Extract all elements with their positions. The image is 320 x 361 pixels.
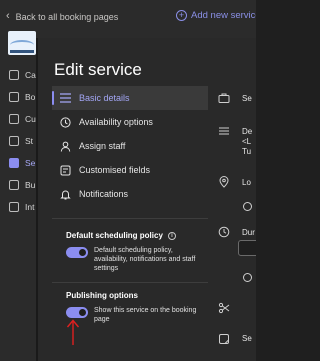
info-icon[interactable]: i bbox=[167, 231, 176, 240]
list-icon bbox=[59, 92, 71, 104]
sidebar-item-label: Cu bbox=[25, 114, 36, 124]
business-icon bbox=[9, 180, 19, 190]
back-to-booking-pages-link[interactable]: ‹ Back to all booking pages bbox=[6, 11, 118, 22]
bell-icon bbox=[59, 188, 71, 200]
scissors-icon bbox=[218, 302, 230, 314]
sidebar-item-label: Bo bbox=[25, 92, 36, 102]
location-pin-icon bbox=[219, 176, 229, 188]
calendar-icon bbox=[9, 70, 19, 80]
menu-divider bbox=[52, 218, 208, 219]
settings-label: Se bbox=[242, 334, 252, 343]
page-title: Edit service bbox=[54, 60, 142, 79]
menu-item-label: Availability options bbox=[79, 117, 153, 127]
show-on-booking-page-toggle[interactable] bbox=[66, 307, 88, 318]
sidebar-item-label: Int bbox=[25, 202, 35, 212]
app-root: ‹ Back to all booking pages + Add new se… bbox=[0, 0, 256, 361]
service-name-label: Se bbox=[242, 94, 252, 103]
section-divider bbox=[52, 282, 208, 283]
section-title-label: Publishing options bbox=[66, 291, 138, 300]
booking-page-icon bbox=[9, 92, 19, 102]
description-line: Tu bbox=[242, 147, 252, 156]
edit-service-menu: Basic details Availability options Assig… bbox=[52, 86, 208, 206]
chevron-left-icon: ‹ bbox=[6, 10, 10, 22]
sidebar-item-label: Se bbox=[25, 158, 36, 168]
default-scheduling-title: Default scheduling policy i bbox=[66, 231, 176, 240]
add-new-service-button[interactable]: + Add new service bbox=[176, 10, 256, 21]
default-scheduling-toggle-row: Default scheduling policy, availability,… bbox=[66, 246, 206, 273]
menu-item-customised-fields[interactable]: Customised fields bbox=[52, 158, 208, 182]
staff-icon bbox=[9, 136, 19, 146]
location-label: Lo bbox=[242, 178, 251, 187]
show-on-booking-page-text: Show this service on the booking page bbox=[94, 307, 197, 323]
briefcase-icon bbox=[218, 93, 230, 103]
menu-item-label: Notifications bbox=[79, 189, 129, 199]
sidebar-item-label: Ca bbox=[25, 70, 36, 80]
menu-item-label: Assign staff bbox=[79, 141, 126, 151]
menu-item-assign-staff[interactable]: Assign staff bbox=[52, 134, 208, 158]
description-line: De bbox=[242, 127, 253, 136]
person-icon bbox=[59, 140, 71, 152]
section-title-label: Default scheduling policy bbox=[66, 231, 163, 240]
add-service-label: Add new service bbox=[191, 10, 256, 21]
sidebar-item-label: St bbox=[25, 136, 34, 146]
form-icon bbox=[59, 164, 71, 176]
menu-item-label: Customised fields bbox=[79, 165, 151, 175]
duration-field[interactable] bbox=[238, 240, 256, 256]
note-icon bbox=[219, 334, 229, 344]
integrations-icon bbox=[9, 202, 19, 212]
clock-icon bbox=[59, 116, 71, 128]
clock-icon bbox=[218, 226, 230, 238]
red-arrow-annotation bbox=[66, 319, 80, 345]
service-details-column: Se De <L Tu Lo Dur Se bbox=[212, 80, 256, 361]
duration-label: Dur bbox=[242, 228, 255, 237]
top-bar: ‹ Back to all booking pages + Add new se… bbox=[0, 0, 256, 36]
publishing-toggle-row: Show this service on the booking page bbox=[66, 306, 206, 324]
description-line: <L bbox=[242, 137, 252, 146]
publishing-options-title: Publishing options bbox=[66, 291, 138, 300]
back-link-label: Back to all booking pages bbox=[15, 11, 119, 22]
customers-icon bbox=[9, 114, 19, 124]
location-radio[interactable] bbox=[243, 202, 252, 211]
business-logo bbox=[8, 31, 36, 55]
add-icon: + bbox=[176, 10, 187, 21]
services-icon bbox=[9, 158, 19, 168]
menu-item-label: Basic details bbox=[79, 93, 130, 103]
menu-item-notifications[interactable]: Notifications bbox=[52, 182, 208, 206]
menu-item-availability-options[interactable]: Availability options bbox=[52, 110, 208, 134]
sidebar-item-label: Bu bbox=[25, 180, 36, 190]
default-scheduling-toggle[interactable] bbox=[66, 247, 88, 258]
description-icon bbox=[219, 127, 229, 135]
duration-radio[interactable] bbox=[243, 273, 252, 282]
menu-item-basic-details[interactable]: Basic details bbox=[52, 86, 208, 110]
default-scheduling-toggle-text: Default scheduling policy, availability,… bbox=[94, 247, 196, 272]
